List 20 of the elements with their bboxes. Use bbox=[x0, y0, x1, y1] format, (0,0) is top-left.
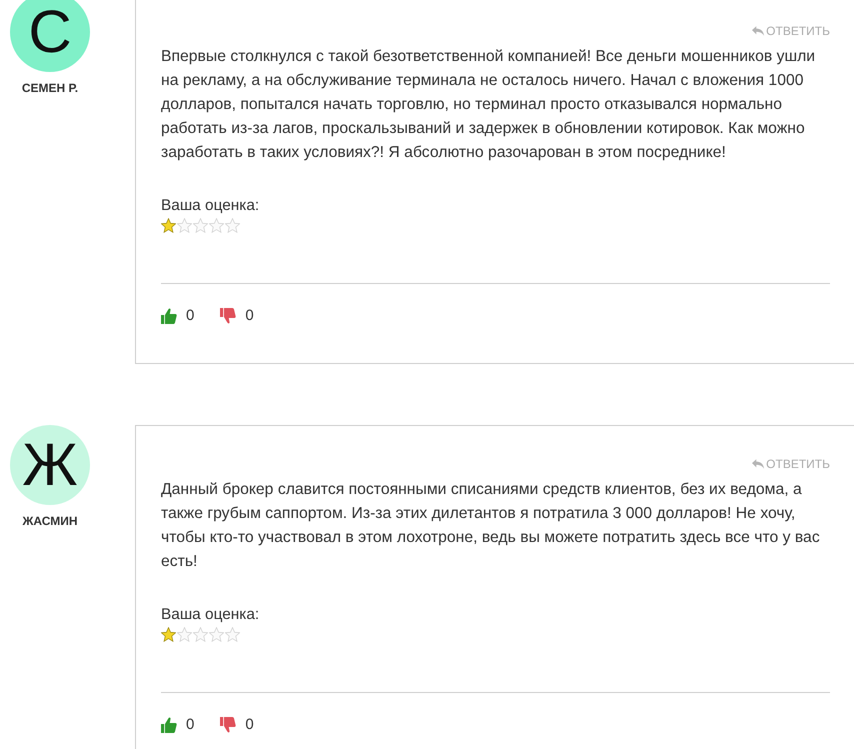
like-button[interactable]: 0 bbox=[161, 306, 194, 326]
dislike-button[interactable]: 0 bbox=[220, 306, 254, 326]
like-button[interactable]: 0 bbox=[161, 715, 194, 735]
filled-star-icon bbox=[161, 627, 176, 642]
rating-label: Ваша оценка: bbox=[161, 605, 260, 625]
thumbs-down-icon bbox=[220, 717, 236, 733]
rating-label: Ваша оценка: bbox=[161, 196, 260, 216]
review-text: Впервые столкнулся с такой безответственной компанией! Все деньги мошенников ушли на рекламу, а на обслуживание терминала не осталось ничего. Начал с вложения 1000 долларов, попытался начать торговлю, но терминал просто отказывался нормально работать из-за лагов, проскальзываний и задержек в обновлении котировок. Как можно заработать в таких условиях?! Я абсолютно разочарован в этом посреднике! bbox=[161, 47, 816, 163]
thumbs-down-icon bbox=[220, 308, 236, 324]
author-name: ЖАСМИН bbox=[22, 513, 78, 529]
filled-star-icon bbox=[161, 218, 176, 233]
reply-icon bbox=[752, 26, 764, 36]
avatar-circle: Ж bbox=[10, 425, 90, 505]
avatar-circle: С bbox=[10, 0, 90, 72]
thumbs-up-icon bbox=[161, 308, 177, 324]
review-text: Данный брокер славится постоянными списаниями средств клиентов, без их ведома, а также грубым саппортом. Из-за этих дилетантов я потратила 3 000 долларов! Не хочу, чтобы кто-то участвовал в этом лохотроне, ведь вы можете потратить здесь все что у вас есть! bbox=[161, 480, 821, 572]
author-name: СЕМЕН Р. bbox=[22, 80, 78, 96]
dislike-button[interactable]: 0 bbox=[220, 715, 254, 735]
thumbs-up-icon bbox=[161, 717, 177, 733]
reply-icon bbox=[752, 459, 764, 469]
